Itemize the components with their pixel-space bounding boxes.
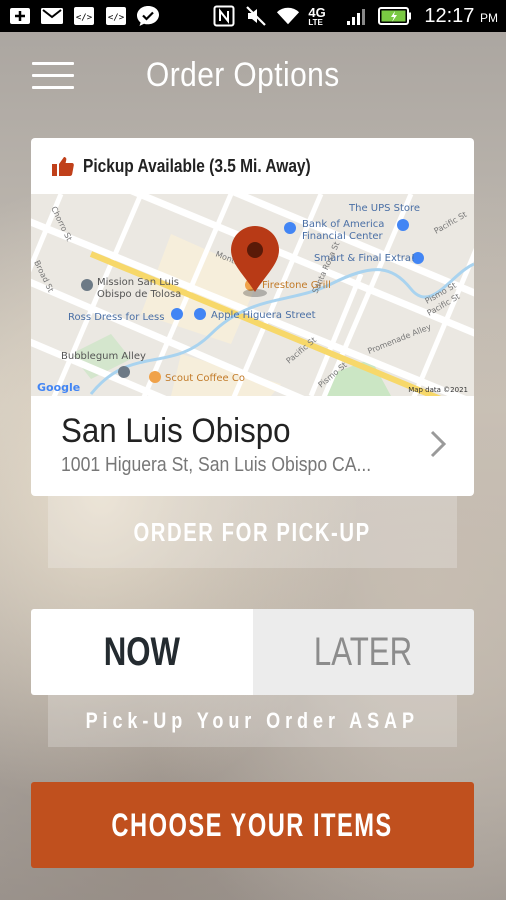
chevron-right-icon: [430, 430, 446, 458]
map-label-ross: Ross Dress for Less: [68, 312, 164, 323]
choose-items-button[interactable]: CHOOSE YOUR ITEMS: [31, 782, 474, 868]
network-sub-label: LTE: [308, 17, 323, 27]
map-label-scout: Scout Coffee Co: [165, 373, 245, 384]
clock-ampm: PM: [480, 10, 498, 25]
status-bar: </> </> 4G LTE 12:17 PM: [0, 0, 506, 32]
code-icon: </>: [72, 6, 96, 26]
check-bubble-icon: [136, 6, 160, 26]
now-label: NOW: [103, 629, 180, 674]
google-logo: Google: [37, 381, 80, 394]
wifi-icon: [276, 6, 300, 26]
now-tab[interactable]: NOW: [31, 609, 253, 695]
location-address: 1001 Higuera St, San Luis Obispo CA...: [61, 454, 372, 476]
order-pickup-button[interactable]: ORDER FOR PICK-UP: [48, 496, 457, 568]
svg-text:</>: </>: [76, 13, 93, 23]
order-pickup-label: ORDER FOR PICK-UP: [133, 516, 372, 547]
pickup-availability: Pickup Available (3.5 Mi. Away): [31, 138, 474, 194]
pickup-status: Pickup Available (3.5 Mi. Away): [83, 155, 311, 176]
signal-icon: [346, 6, 370, 26]
map-label-bubblegum: Bubblegum Alley: [61, 351, 146, 362]
thumbs-up-icon: [52, 157, 74, 176]
map-label-mission: Mission San Luis: [97, 277, 179, 288]
code-icon: </>: [104, 6, 128, 26]
clock-time: 12:17: [424, 4, 475, 27]
map-label-mission-sub: Obispo de Tolosa: [97, 289, 181, 300]
clock: 12:17 PM: [424, 5, 498, 28]
gmail-icon: [40, 6, 64, 26]
map-label-apple: Apple Higuera Street: [211, 310, 316, 321]
map-label-bank: Bank of America: [302, 219, 384, 230]
timing-toggle: NOW LATER: [31, 609, 474, 695]
location-selector[interactable]: San Luis Obispo 1001 Higuera St, San Lui…: [31, 396, 474, 496]
map-label-ups: The UPS Store: [348, 203, 420, 214]
mute-icon: [244, 6, 268, 26]
network-label: 4G: [308, 4, 326, 20]
location-name: San Luis Obispo: [61, 412, 291, 450]
map-canvas: The UPS Store Bank of America Financial …: [31, 194, 474, 396]
later-tab[interactable]: LATER: [252, 609, 474, 695]
svg-text:</>: </>: [108, 13, 125, 23]
lte-icon: 4G LTE: [308, 4, 338, 27]
add-icon: [8, 6, 32, 26]
timing-caption-text: Pick-Up Your Order ASAP: [85, 708, 420, 733]
map-label-bank-sub: Financial Center: [302, 231, 384, 242]
timing-caption: Pick-Up Your Order ASAP: [48, 695, 457, 747]
later-label: LATER: [314, 629, 413, 674]
map-attribution: Map data ©2021: [408, 386, 468, 394]
choose-items-label: CHOOSE YOUR ITEMS: [111, 806, 394, 843]
location-card: Pickup Available (3.5 Mi. Away) The UPS …: [31, 138, 474, 496]
map[interactable]: The UPS Store Bank of America Financial …: [31, 194, 474, 396]
battery-icon: [378, 6, 412, 26]
hamburger-menu-icon[interactable]: [32, 62, 74, 92]
nfc-icon: [212, 5, 236, 27]
app-header: Order Options: [0, 32, 506, 122]
page-title: Order Options: [146, 56, 340, 94]
